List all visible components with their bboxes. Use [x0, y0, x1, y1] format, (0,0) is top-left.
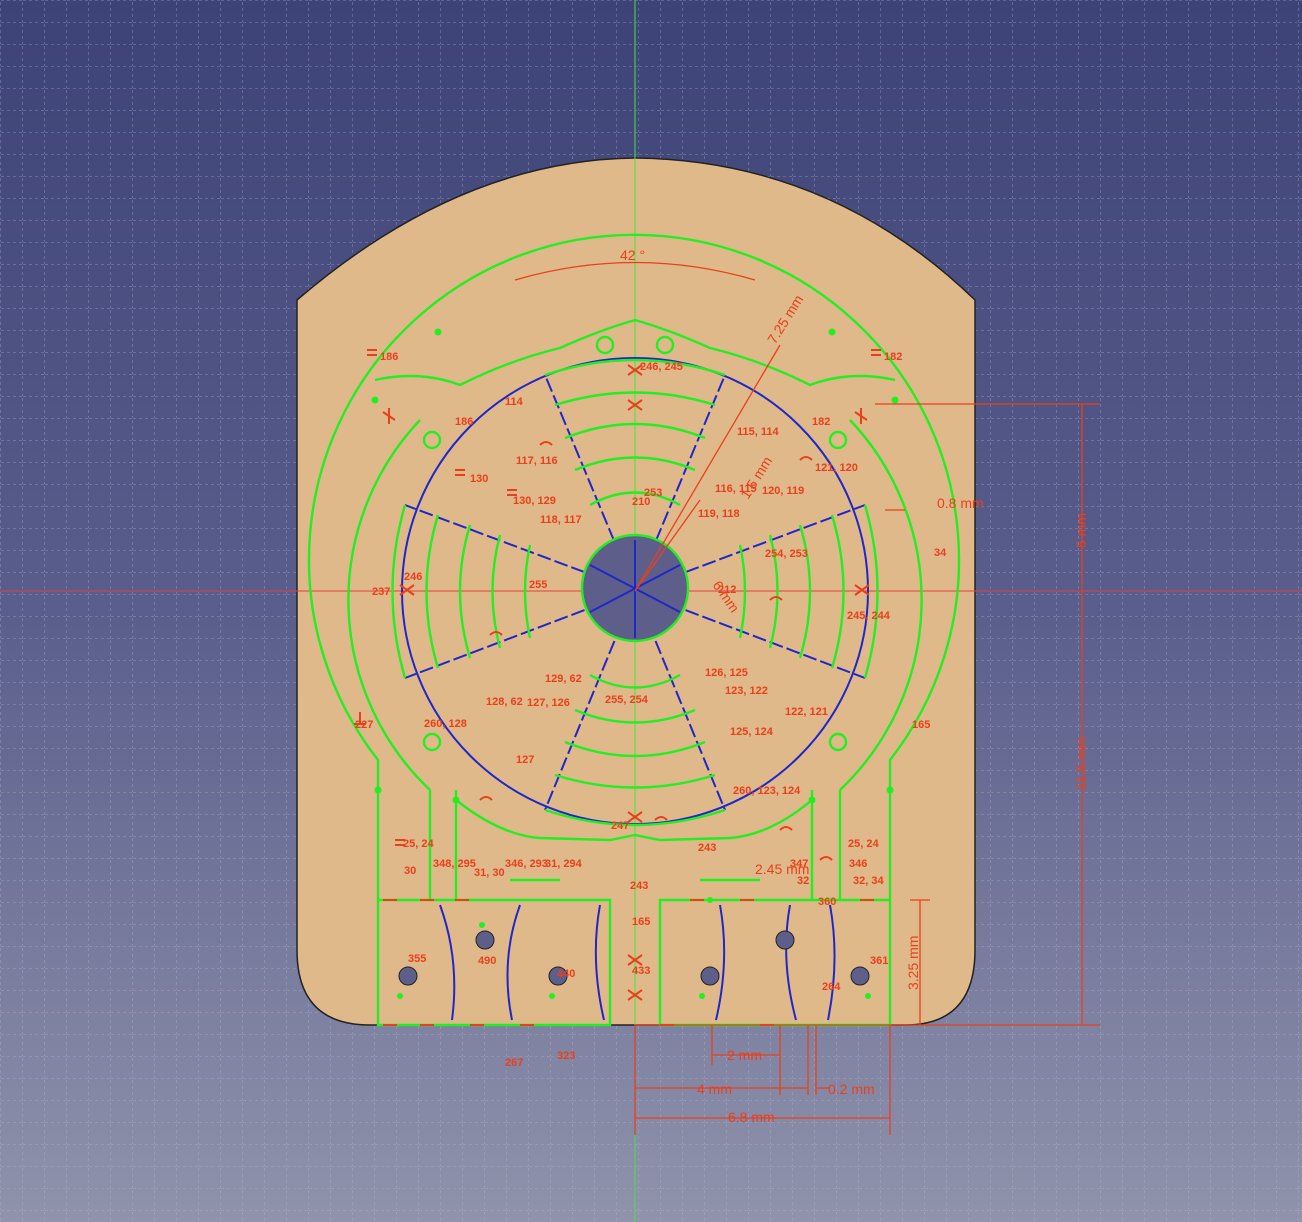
- constraint-label: 255, 254: [605, 694, 649, 706]
- dim-w02: 0.2 mm: [828, 1081, 875, 1097]
- dim-w2: 2 mm: [727, 1047, 762, 1063]
- dim-offset: 0.8 mm: [937, 495, 984, 511]
- constraint-label: 347: [790, 858, 808, 870]
- sketch-canvas[interactable]: 42 ° 7.25 mm 1.5 mm 6 mm 0.8 mm 5 mm 11.…: [0, 0, 1302, 1222]
- constraint-label: 260, 123, 124: [733, 785, 801, 797]
- constraint-label: 130, 129: [513, 495, 556, 507]
- constraint-label: 127, 126: [527, 697, 570, 709]
- constraint-label: 127: [516, 754, 534, 766]
- constraint-label: 247: [611, 820, 629, 832]
- constraint-label: 32, 34: [853, 875, 884, 887]
- constraint-label: 361: [870, 955, 888, 967]
- constraint-label: 243: [698, 842, 716, 854]
- dim-height-bottom: 11.5 mm: [1073, 737, 1089, 790]
- constraint-label: 260, 128: [424, 718, 467, 730]
- constraint-label: 212: [718, 584, 736, 596]
- constraint-label: 246: [404, 571, 422, 583]
- sketch-viewport[interactable]: 42 ° 7.25 mm 1.5 mm 6 mm 0.8 mm 5 mm 11.…: [0, 0, 1302, 1222]
- center-hub[interactable]: [580, 533, 690, 643]
- constraint-label: 119, 118: [698, 508, 740, 520]
- constraint-label: 267: [505, 1057, 523, 1069]
- constraint-label: 264: [822, 981, 841, 993]
- dim-w68: 6.8 mm: [728, 1109, 775, 1125]
- constraint-label: 346, 293: [505, 858, 548, 870]
- constraint-label: 118, 117: [540, 514, 582, 526]
- constraint-label: 117, 116: [516, 455, 558, 467]
- constraint-label: 433: [632, 965, 650, 977]
- constraint-label: 115, 114: [737, 426, 779, 438]
- constraint-label: 210: [632, 496, 650, 508]
- constraint-label: 323: [557, 1050, 575, 1062]
- constraint-label: 30: [404, 865, 416, 877]
- constraint-label: 186: [380, 351, 398, 363]
- constraint-label: 121, 120: [815, 462, 858, 474]
- constraint-label: 25, 24: [403, 838, 434, 850]
- constraint-label: 348, 295: [433, 858, 476, 870]
- constraint-label: 237: [372, 586, 390, 598]
- constraint-label: 120, 119: [762, 485, 804, 497]
- constraint-label: 255: [529, 579, 547, 591]
- constraint-label: 31, 294: [545, 858, 583, 870]
- constraint-label: 123, 122: [725, 685, 768, 697]
- constraint-label: 31, 30: [474, 867, 505, 879]
- constraint-label: 182: [884, 351, 902, 363]
- constraint-label: 186: [455, 416, 473, 428]
- constraint-label: 126, 125: [705, 667, 748, 679]
- constraint-label: 25, 24: [848, 838, 879, 850]
- constraint-label: 32: [797, 875, 809, 887]
- dim-height-top: 5 mm: [1073, 513, 1089, 548]
- constraint-label: 360: [818, 896, 836, 908]
- constraint-label: 246, 245: [640, 361, 683, 373]
- constraint-label: 490: [478, 955, 496, 967]
- dim-w4: 4 mm: [697, 1081, 732, 1097]
- constraint-label: 34: [934, 547, 947, 559]
- constraint-label: 165: [632, 916, 650, 928]
- dim-angle: 42 °: [620, 247, 645, 263]
- constraint-label: 355: [408, 953, 426, 965]
- constraint-label: 122, 121: [785, 706, 828, 718]
- constraint-label: 114: [505, 396, 524, 408]
- constraint-label: 182: [812, 416, 830, 428]
- constraint-label: 129, 62: [545, 673, 582, 685]
- constraint-label: 346: [849, 858, 867, 870]
- dim-height-slot: 3.25 mm: [905, 936, 921, 990]
- constraint-label: 116, 115: [715, 483, 757, 495]
- constraint-label: 125, 124: [730, 726, 774, 738]
- constraint-label: 254, 253: [765, 548, 808, 560]
- constraint-label: 128, 62: [486, 696, 523, 708]
- constraint-label: 245, 244: [847, 610, 891, 622]
- constraint-label: 440: [557, 968, 575, 980]
- constraint-label: 243: [630, 880, 648, 892]
- constraint-label: 130: [470, 473, 488, 485]
- constraint-label: 165: [912, 719, 930, 731]
